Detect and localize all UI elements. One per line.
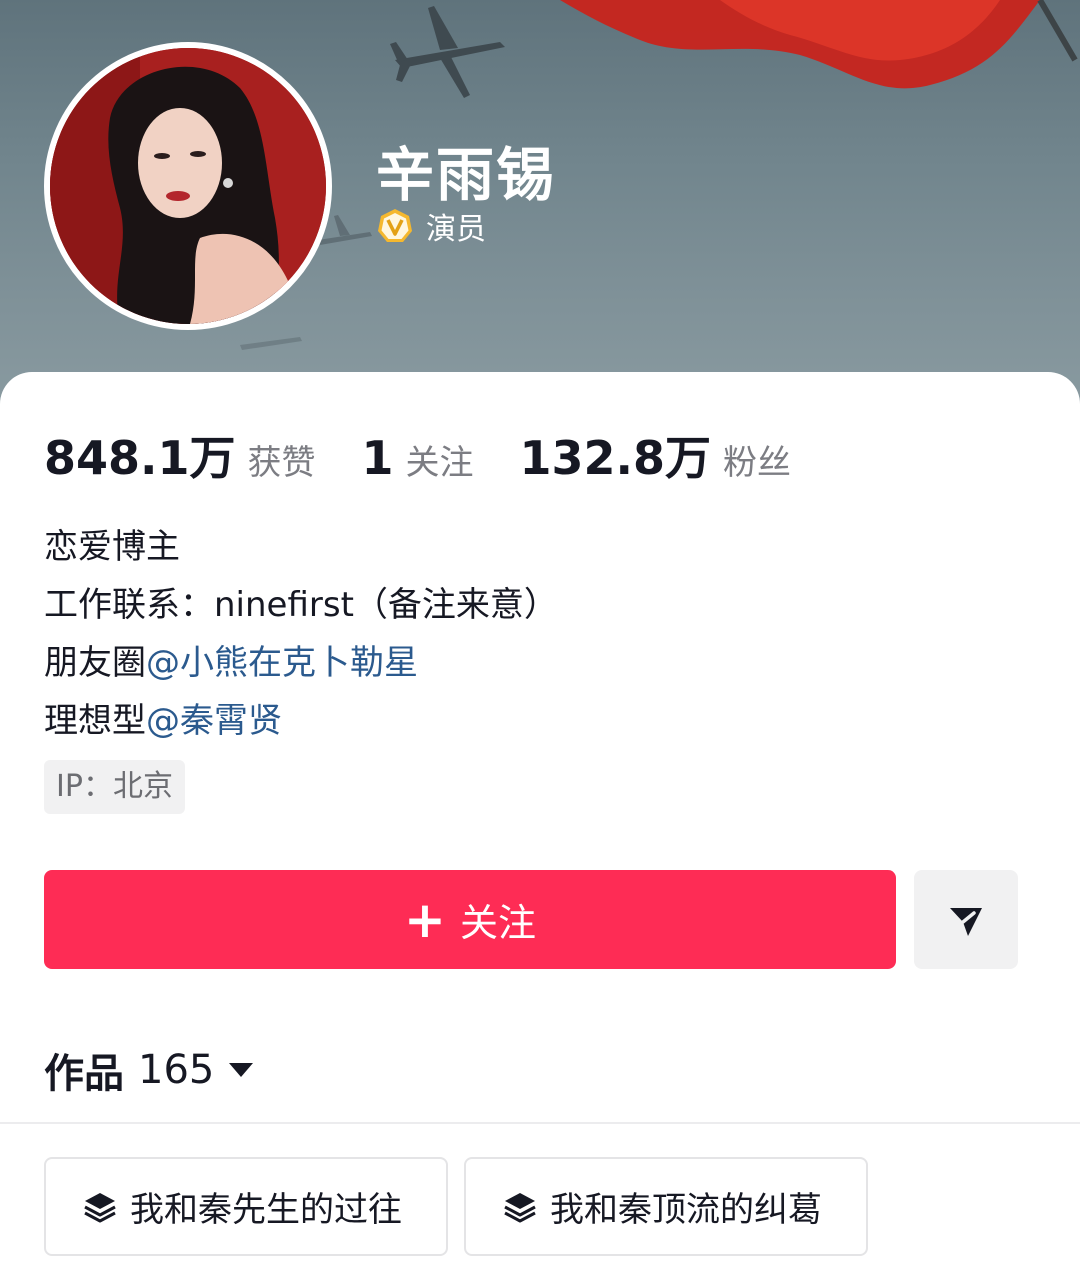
send-arrow-icon [950, 907, 982, 936]
profile-banner: 辛雨锡 演员 [0, 0, 1080, 420]
works-tab-label: 作品 [44, 1051, 124, 1097]
collection-label: 我和秦先生的过往 [130, 1190, 402, 1230]
tab-works[interactable]: 作品 165 [44, 1040, 254, 1100]
profile-page: 辛雨锡 演员 848.1万 获赞 1 关注 132.8万 粉丝 恋爱博主 工作联… [0, 0, 1080, 1273]
caret-down-icon[interactable] [228, 1060, 254, 1080]
collection-item[interactable]: 我和秦先生的过往 [44, 1157, 448, 1256]
bio-mention-link[interactable]: @小熊在克卜勒星 [146, 643, 418, 683]
follow-button[interactable]: + 关注 [44, 870, 896, 969]
profile-name: 辛雨锡 [376, 141, 557, 209]
ip-location-badge: IP：北京 [44, 760, 185, 814]
bio-line-2: 工作联系：ninefirst（备注来意） [44, 585, 558, 625]
stat-followers-value: 132.8万 [519, 431, 712, 485]
bio-line-3: 朋友圈@小熊在克卜勒星 [44, 634, 558, 692]
layers-icon [504, 1192, 536, 1222]
avatar-image [50, 48, 326, 324]
verification-row: 演员 [376, 206, 486, 247]
stat-following[interactable]: 1 关注 [362, 431, 474, 485]
stat-following-label: 关注 [405, 443, 474, 483]
stat-followers[interactable]: 132.8万 粉丝 [520, 422, 792, 488]
verified-v-badge-icon [378, 209, 412, 242]
stat-likes[interactable]: 848.1万 获赞 [44, 422, 316, 488]
bio-mention-link[interactable]: @秦霄贤 [146, 701, 282, 741]
collection-item[interactable]: 我和秦顶流的纠葛 [464, 1157, 868, 1256]
avatar[interactable] [44, 42, 332, 330]
verified-role: 演员 [426, 212, 486, 247]
stat-followers-label: 粉丝 [723, 443, 792, 483]
plus-icon: + [404, 890, 446, 949]
stat-following-value: 1 [361, 431, 394, 485]
bio-line-1: 恋爱博主 [44, 527, 180, 567]
bio-line-3-text: 朋友圈 [44, 643, 146, 683]
profile-content-card: 848.1万 获赞 1 关注 132.8万 粉丝 恋爱博主 工作联系：ninef… [0, 372, 1080, 1273]
collections-row: 我和秦先生的过往 我和秦顶流的纠葛 [44, 1157, 884, 1256]
send-message-button[interactable] [914, 870, 1018, 969]
profile-stats: 848.1万 获赞 1 关注 132.8万 粉丝 [44, 422, 837, 485]
profile-bio: 恋爱博主 工作联系：ninefirst（备注来意） 朋友圈@小熊在克卜勒星 理想… [44, 518, 558, 750]
stat-likes-value: 848.1万 [44, 431, 236, 485]
bio-line-4: 理想型@秦霄贤 [44, 692, 558, 750]
collection-label: 我和秦顶流的纠葛 [550, 1190, 822, 1230]
follow-button-label: 关注 [459, 901, 536, 945]
stat-likes-label: 获赞 [247, 443, 316, 483]
bio-line-4-text: 理想型 [44, 701, 146, 741]
layers-icon [84, 1192, 116, 1222]
section-divider [0, 1122, 1080, 1124]
works-count: 165 [138, 1047, 215, 1093]
